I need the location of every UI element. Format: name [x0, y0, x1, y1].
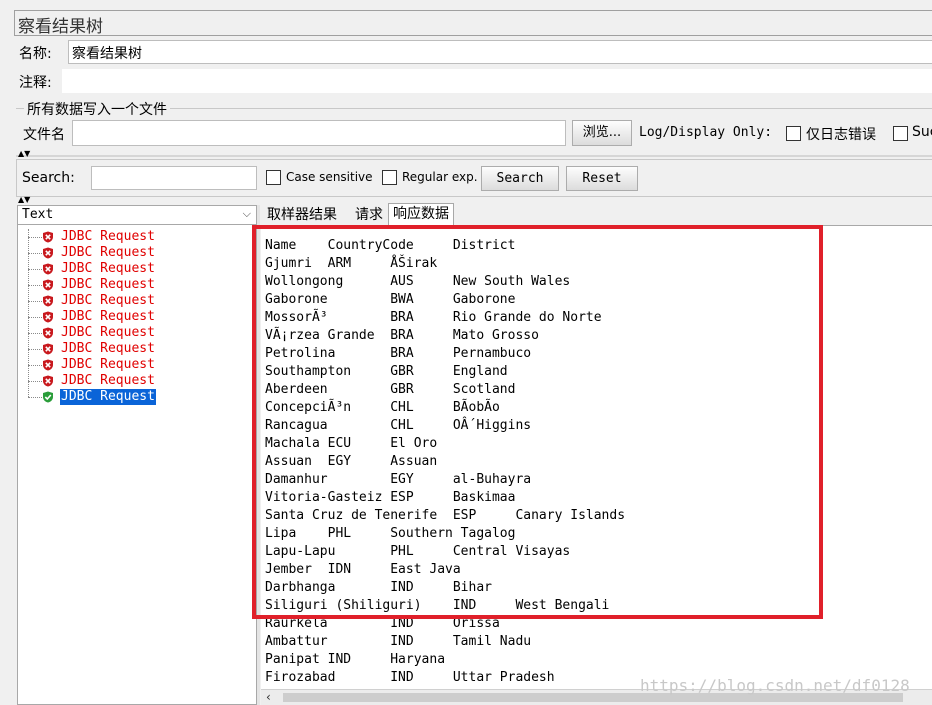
- tree-item-label: JDBC Request: [61, 245, 155, 260]
- tree-connector: [28, 349, 42, 350]
- scroll-left-icon[interactable]: ‹: [266, 690, 271, 704]
- splitter-arrows-mid[interactable]: ▲▼: [18, 196, 30, 204]
- search-button[interactable]: Search: [481, 166, 559, 191]
- tree-connector: [28, 285, 42, 286]
- errors-only-checkbox[interactable]: [786, 126, 801, 141]
- response-line: Panipat IND Haryana: [265, 652, 446, 667]
- tree-connector: [28, 253, 42, 254]
- successes-checkbox[interactable]: [893, 126, 908, 141]
- tab-sampler-result[interactable]: 取样器结果: [267, 205, 337, 227]
- tree-item-label: JDBC Request: [61, 293, 155, 308]
- splitter-top[interactable]: [16, 155, 932, 157]
- name-input[interactable]: 察看结果树: [68, 40, 932, 64]
- tab-bar: 取样器结果 请求 响应数据: [261, 203, 932, 227]
- tree-connector: [28, 381, 42, 382]
- search-input[interactable]: [91, 166, 257, 190]
- tab-request[interactable]: 请求: [355, 205, 383, 227]
- error-shield-icon: [42, 343, 54, 355]
- errors-only-label: 仅日志错误: [806, 127, 876, 143]
- tree-connector: [28, 333, 42, 334]
- reset-button[interactable]: Reset: [566, 166, 638, 191]
- search-label: Search:: [22, 170, 75, 186]
- error-shield-icon: [42, 375, 54, 387]
- error-shield-icon: [42, 263, 54, 275]
- error-shield-icon: [42, 231, 54, 243]
- renderer-select-value: Text: [22, 207, 54, 222]
- renderer-select[interactable]: Text ⌵: [17, 205, 257, 225]
- error-shield-icon: [42, 359, 54, 371]
- name-label: 名称:: [19, 46, 52, 62]
- case-sensitive-label: Case sensitive: [286, 170, 373, 184]
- success-shield-icon: [42, 391, 54, 403]
- filename-label: 文件名: [23, 127, 65, 143]
- panel-title-bar: 察看结果树: [14, 10, 932, 37]
- comment-input[interactable]: [62, 69, 932, 93]
- chevron-down-icon: ⌵: [242, 207, 251, 220]
- tree-item-label: JDBC Request: [61, 277, 155, 292]
- tree-item-label: JDBC Request: [61, 325, 155, 340]
- error-shield-icon: [42, 295, 54, 307]
- regex-label: Regular exp.: [402, 170, 478, 184]
- tree-connector: [28, 301, 42, 302]
- highlight-box: [252, 225, 823, 619]
- case-sensitive-checkbox[interactable]: [266, 170, 281, 185]
- error-shield-icon: [42, 279, 54, 291]
- tree-item-label: JDBC Request: [61, 229, 155, 244]
- tree-connector: [28, 269, 42, 270]
- tree-item-label: JDBC Request: [61, 341, 155, 356]
- splitter-arrows-top[interactable]: ▲▼: [18, 150, 30, 158]
- tree-item-label: JDBC Request: [61, 373, 155, 388]
- response-line: Ambattur IND Tamil Nadu: [265, 634, 532, 649]
- tree-item-label: JDBC Request: [61, 261, 155, 276]
- tab-response-data[interactable]: 响应数据: [388, 203, 454, 227]
- error-shield-icon: [42, 247, 54, 259]
- error-shield-icon: [42, 311, 54, 323]
- error-shield-icon: [42, 327, 54, 339]
- regex-checkbox[interactable]: [382, 170, 397, 185]
- tree-item-label: JDBC Request: [60, 389, 156, 405]
- filename-input[interactable]: [72, 120, 566, 146]
- name-input-value: 察看结果树: [72, 46, 142, 62]
- successes-label: Suc: [912, 124, 932, 140]
- tree-connector: [28, 237, 42, 238]
- watermark: https://blog.csdn.net/df0128: [640, 676, 910, 695]
- tree-item-label: JDBC Request: [61, 357, 155, 372]
- tree-connector: [28, 365, 42, 366]
- comment-label: 注释:: [19, 75, 52, 91]
- tree-connector: [28, 317, 42, 318]
- browse-button[interactable]: 浏览...: [572, 120, 632, 146]
- logdisplay-label: Log/Display Only:: [639, 125, 773, 140]
- file-group-title: 所有数据写入一个文件: [24, 99, 170, 119]
- panel-title: 察看结果树: [18, 17, 103, 37]
- result-tree: JDBC Request JDBC Request JDBC Request JDBC…: [28, 229, 256, 409]
- tree-connector: [28, 397, 42, 398]
- tree-guide-line: [28, 229, 29, 397]
- response-line: Firozabad IND Uttar Pradesh: [265, 670, 555, 685]
- tree-item-label: JDBC Request: [61, 309, 155, 324]
